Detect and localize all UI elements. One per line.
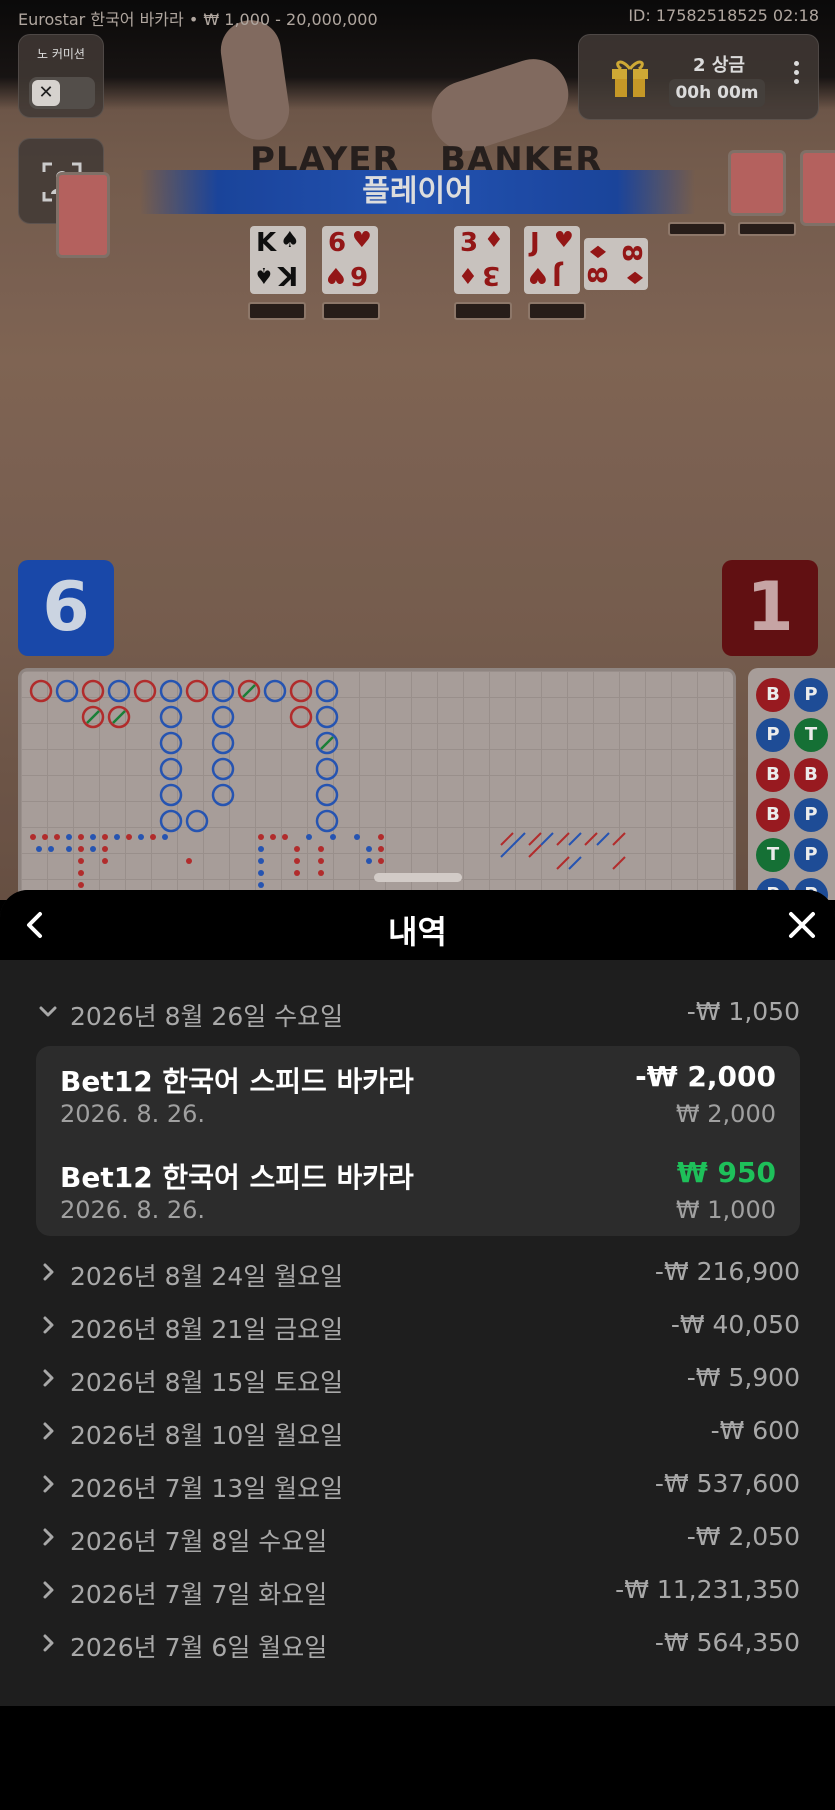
day-date: 2026년 8월 21일 금요일 xyxy=(70,1315,344,1344)
live-game-view: Eurostar 한국어 바카라 • ₩ 1,000 - 20,000,000 … xyxy=(0,0,835,900)
close-icon[interactable] xyxy=(783,906,821,944)
bet-stake: ₩ 1,000 xyxy=(675,1196,776,1224)
day-row[interactable]: 2026년 8월 21일 금요일 -₩ 40,050 xyxy=(36,1305,800,1345)
day-date: 2026년 7월 6일 월요일 xyxy=(70,1633,328,1662)
day-row[interactable]: 2026년 7월 6일 월요일 -₩ 564,350 xyxy=(36,1623,800,1663)
bet-game-name: Bet12 한국어 스피드 바카라 xyxy=(60,1065,414,1098)
bet-result: -₩ 2,000 xyxy=(635,1060,776,1093)
chevron-right-icon xyxy=(43,1263,54,1281)
day-date: 2026년 8월 24일 월요일 xyxy=(70,1262,344,1291)
day-date: 2026년 8월 26일 수요일 xyxy=(70,1002,344,1031)
day-row[interactable]: 2026년 8월 24일 월요일 -₩ 216,900 xyxy=(36,1252,800,1292)
day-total: -₩ 216,900 xyxy=(654,1257,800,1286)
day-date: 2026년 8월 15일 토요일 xyxy=(70,1368,344,1397)
chevron-right-icon xyxy=(43,1422,54,1440)
day-total: -₩ 564,350 xyxy=(654,1628,800,1657)
day-date: 2026년 7월 13일 월요일 xyxy=(70,1474,344,1503)
bet-game-name: Bet12 한국어 스피드 바카라 xyxy=(60,1161,414,1194)
chevron-right-icon xyxy=(43,1528,54,1546)
day-date: 2026년 7월 8일 수요일 xyxy=(70,1527,328,1556)
bet-item[interactable]: Bet12 한국어 스피드 바카라 2026. 8. 26. -₩ 2,000 … xyxy=(60,1056,776,1136)
chevron-right-icon xyxy=(43,1581,54,1599)
chevron-right-icon xyxy=(43,1475,54,1493)
chevron-down-icon xyxy=(39,1006,57,1017)
day-date: 2026년 8월 10일 월요일 xyxy=(70,1421,344,1450)
day-bets-list: Bet12 한국어 스피드 바카라 2026. 8. 26. -₩ 2,000 … xyxy=(36,1046,800,1236)
history-header: 내역 xyxy=(0,890,835,960)
day-row[interactable]: 2026년 7월 8일 수요일 -₩ 2,050 xyxy=(36,1517,800,1557)
chevron-right-icon xyxy=(43,1369,54,1387)
sheet-drag-handle[interactable] xyxy=(374,873,462,882)
day-total: -₩ 40,050 xyxy=(670,1310,800,1339)
day-total: -₩ 5,900 xyxy=(686,1363,800,1392)
day-date: 2026년 7월 7일 화요일 xyxy=(70,1580,328,1609)
day-row[interactable]: 2026년 7월 7일 화요일 -₩ 11,231,350 xyxy=(36,1570,800,1610)
bet-date: 2026. 8. 26. xyxy=(60,1196,206,1224)
day-total: -₩ 11,231,350 xyxy=(615,1575,800,1604)
day-row-expanded[interactable]: 2026년 8월 26일 수요일 -₩ 1,050 xyxy=(36,992,800,1032)
bet-stake: ₩ 2,000 xyxy=(675,1100,776,1128)
day-row[interactable]: 2026년 7월 13일 월요일 -₩ 537,600 xyxy=(36,1464,800,1504)
overlay-dim xyxy=(0,0,835,900)
day-total: -₩ 2,050 xyxy=(686,1522,800,1551)
history-sheet: 내역 2026년 8월 26일 수요일 -₩ 1,050 Bet12 한국어 스… xyxy=(0,890,835,1706)
bet-item[interactable]: Bet12 한국어 스피드 바카라 2026. 8. 26. ₩ 950 ₩ 1… xyxy=(60,1152,776,1232)
chevron-right-icon xyxy=(43,1316,54,1334)
day-total: -₩ 1,050 xyxy=(686,997,800,1026)
day-total: -₩ 600 xyxy=(710,1416,800,1445)
history-title: 내역 xyxy=(388,913,447,951)
bet-date: 2026. 8. 26. xyxy=(60,1100,206,1128)
day-row[interactable]: 2026년 8월 15일 토요일 -₩ 5,900 xyxy=(36,1358,800,1398)
day-total: -₩ 537,600 xyxy=(654,1469,800,1498)
chevron-right-icon xyxy=(43,1634,54,1652)
bet-result: ₩ 950 xyxy=(676,1156,776,1189)
day-row[interactable]: 2026년 8월 10일 월요일 -₩ 600 xyxy=(36,1411,800,1451)
